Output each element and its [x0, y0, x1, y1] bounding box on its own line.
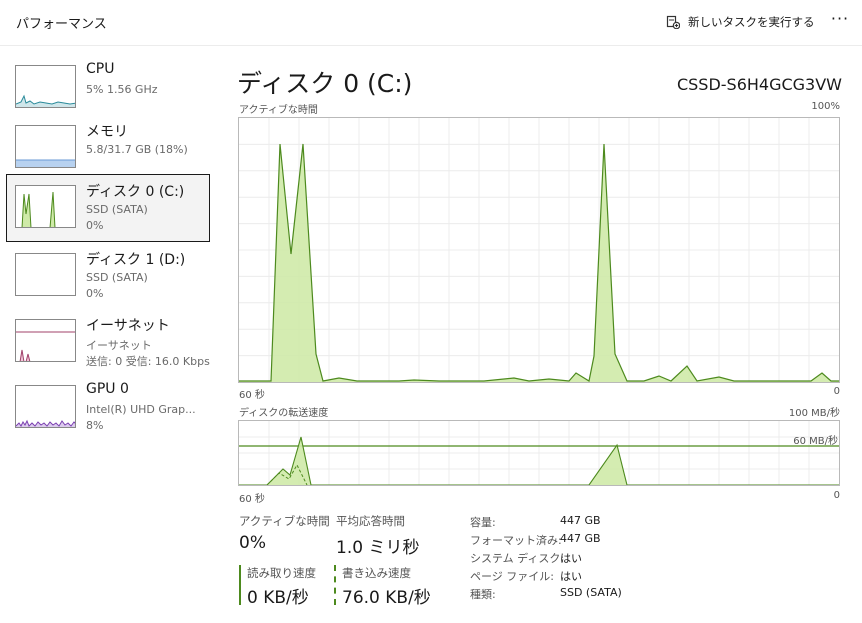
system-disk-label: システム ディスク: — [470, 552, 565, 565]
sidebar-item-disk-1[interactable]: ディスク 1 (D:) SSD (SATA) 0% — [6, 242, 210, 310]
sidebar-item-label: イーサネット — [86, 318, 170, 334]
sidebar-item-gpu-0[interactable]: GPU 0 Intel(R) UHD Grap... 8% — [6, 374, 210, 442]
cpu-thumbnail-graph — [15, 65, 76, 108]
sidebar-item-detail: 5.8/31.7 GB (18%) — [86, 143, 188, 156]
capacity-label: 容量: — [470, 516, 496, 529]
sidebar-item-memory[interactable]: メモリ 5.8/31.7 GB (18%) — [6, 114, 210, 182]
active-time-axis-start: 60 秒 — [239, 390, 265, 401]
sidebar-item-detail: SSD (SATA) — [86, 203, 148, 216]
active-time-axis-end: 0 — [833, 386, 840, 397]
sidebar-item-label: CPU — [86, 61, 115, 77]
sidebar: CPU 5% 1.56 GHz メモリ 5.8/31.7 GB (18%) ディ… — [0, 46, 222, 623]
memory-thumbnail-graph — [15, 125, 76, 168]
sidebar-item-throughput: 送信: 0 受信: 16.0 Kbps — [86, 355, 210, 368]
sidebar-item-label: GPU 0 — [86, 381, 129, 397]
sidebar-item-label: ディスク 1 (D:) — [86, 252, 186, 268]
disk-1-thumbnail-graph — [15, 253, 76, 296]
capacity-value: 447 GB — [560, 514, 601, 527]
disk-title: ディスク 0 (C:) — [237, 69, 413, 98]
disk-type-label: 種類: — [470, 588, 496, 601]
sidebar-item-detail: Intel(R) UHD Grap... — [86, 403, 196, 416]
system-disk-value: はい — [560, 552, 582, 565]
sidebar-item-detail: SSD (SATA) — [86, 271, 148, 284]
disk-model-name: CSSD-S6H4GCG3VW — [676, 75, 842, 94]
header-bar: パフォーマンス 新しいタスクを実行する ··· — [0, 0, 862, 46]
active-time-stat-label: アクティブな時間 — [239, 514, 330, 528]
response-time-stat-label: 平均応答時間 — [336, 514, 405, 528]
page-file-label: ページ ファイル: — [470, 570, 554, 583]
run-task-icon — [666, 15, 680, 29]
transfer-rate-graph-max: 100 MB/秒 — [788, 408, 840, 419]
sidebar-item-label: メモリ — [86, 124, 128, 140]
write-speed-stat-label: 書き込み速度 — [342, 566, 411, 580]
active-time-graph-label: アクティブな時間 — [239, 105, 318, 116]
run-task-label: 新しいタスクを実行する — [688, 15, 815, 29]
sidebar-item-disk-0[interactable]: ディスク 0 (C:) SSD (SATA) 0% — [6, 174, 210, 242]
transfer-rate-axis-end: 0 — [833, 490, 840, 501]
formatted-value: 447 GB — [560, 532, 601, 545]
disk-type-value: SSD (SATA) — [560, 586, 622, 599]
sidebar-item-ethernet[interactable]: イーサネット イーサネット 送信: 0 受信: 16.0 Kbps — [6, 308, 210, 376]
read-speed-stat-value: 0 KB/秒 — [247, 588, 309, 608]
active-time-graph-max: 100% — [811, 101, 840, 112]
more-options-button[interactable]: ··· — [826, 9, 854, 33]
sidebar-item-usage: 8% — [86, 419, 104, 432]
active-time-graph — [238, 117, 840, 383]
sidebar-item-label: ディスク 0 (C:) — [86, 184, 185, 200]
sidebar-item-cpu[interactable]: CPU 5% 1.56 GHz — [6, 54, 210, 122]
run-new-task-button[interactable]: 新しいタスクを実行する — [666, 12, 815, 32]
transfer-rate-graph — [238, 420, 840, 486]
sidebar-item-detail: 5% 1.56 GHz — [86, 83, 158, 96]
disk-0-thumbnail-graph — [15, 185, 76, 228]
read-speed-indicator — [239, 565, 241, 605]
sidebar-item-usage: 0% — [86, 287, 104, 300]
response-time-stat-value: 1.0 ミリ秒 — [336, 538, 420, 558]
write-speed-indicator — [334, 565, 336, 605]
sidebar-item-usage: 0% — [86, 219, 104, 232]
gpu-thumbnail-graph — [15, 385, 76, 428]
page-title: パフォーマンス — [16, 17, 107, 32]
transfer-rate-axis-start: 60 秒 — [239, 494, 265, 505]
transfer-rate-reference-label: 60 MB/秒 — [793, 436, 838, 447]
ethernet-thumbnail-graph — [15, 319, 76, 362]
read-speed-stat-label: 読み取り速度 — [247, 566, 316, 580]
formatted-label: フォーマット済み: — [470, 534, 562, 547]
sidebar-item-detail: イーサネット — [86, 339, 152, 352]
write-speed-stat-value: 76.0 KB/秒 — [342, 588, 431, 608]
transfer-rate-graph-label: ディスクの転送速度 — [239, 408, 329, 419]
active-time-stat-value: 0% — [239, 533, 266, 553]
page-file-value: はい — [560, 570, 582, 583]
